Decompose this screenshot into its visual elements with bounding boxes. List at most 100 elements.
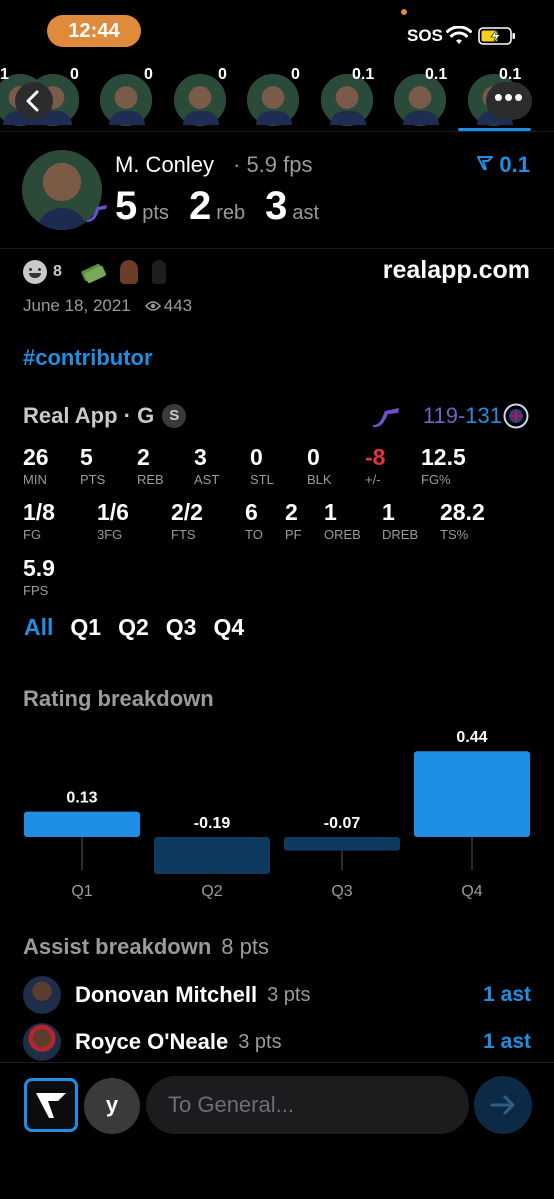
stat-label: TS% [440,527,469,542]
stat-cell: 1 DREB [382,499,418,542]
stat-cell: 28.2 TS% [440,499,485,542]
strip-player-rating: 0 [70,66,79,83]
stat-value: 3 [194,444,207,470]
stat-value: 2/2 [171,499,203,525]
hashtag-link[interactable]: #contributor [23,345,153,371]
stat-label: DREB [382,527,419,542]
stat-value: 2 [285,499,298,525]
assist-player-points: 3 pts [238,1030,282,1053]
assist-player-name: Donovan Mitchell [75,982,258,1007]
player-name[interactable]: M. Conley [115,152,214,178]
arrow-right-icon [490,1095,515,1115]
avatar [23,976,61,1014]
stat-cell: 2 PF [285,499,302,542]
tab-all[interactable]: All [24,614,53,641]
stat-cell: 0 BLK [307,444,332,487]
player-rating[interactable]: 0.1 [477,152,530,178]
stat-label: +/- [365,472,381,487]
stat-value: 1 [382,499,395,525]
stat-value: 12.5 [421,444,466,470]
stat-cell: 6 TO [245,499,263,542]
post-date: June 18, 2021 [23,296,131,315]
player-face-emoji-icon[interactable] [119,260,138,284]
real-app-logo-button[interactable] [24,1078,78,1132]
divider [0,131,554,132]
rating-bar-category: Q3 [331,883,352,900]
strip-player-rating: 0 [218,66,227,83]
money-emoji-icon[interactable] [80,261,106,283]
divider [0,248,554,249]
real-logo-icon [36,1093,66,1118]
assist-count: 1 ast [483,983,531,1006]
stat-points-label: pts [142,202,169,224]
battery-charging-icon [478,27,515,45]
tab-q2[interactable]: Q2 [118,614,149,641]
stat-label: PTS [80,472,106,487]
player-figure-emoji-icon[interactable] [151,260,166,284]
stat-value: -8 [365,444,386,470]
view-count: 443 [163,296,193,315]
stat-cell: 5 PTS [80,444,105,487]
source-domain[interactable]: realapp.com [383,256,530,285]
game-title-text: Real App · G [23,403,155,428]
stat-label: TO [245,527,263,542]
player-statline: 5 pts 2 reb 3 ast [115,184,339,228]
rating-bar-value: -0.07 [324,815,361,832]
jazz-logo-icon [373,408,399,428]
user-avatar-button[interactable]: y [84,1078,140,1134]
emoji-count: 8 [53,263,62,280]
assist-row[interactable]: Donovan Mitchell 3 pts 1 ast [23,975,531,1015]
stat-label: REB [137,472,164,487]
stat-cell: 3 AST [194,444,219,487]
stat-cell: 0 STL [250,444,274,487]
message-input[interactable] [146,1076,469,1134]
stat-label: FPS [23,583,49,598]
assist-row[interactable]: Royce O'Neale 3 pts 1 ast [23,1022,531,1062]
stat-value: 0 [307,444,320,470]
rating-bar-value: 0.44 [456,729,487,746]
stat-label: STL [250,472,274,487]
stat-cell: 2/2 FTS [171,499,203,542]
avatar [23,1023,61,1061]
stat-label: PF [285,527,302,542]
score-away: 131 [465,403,502,428]
stat-rebounds-label: reb [216,202,246,224]
game-title[interactable]: Real App · G S [23,403,187,429]
wifi-icon [446,26,472,44]
send-button[interactable] [474,1076,532,1134]
stat-value: 5.9 [23,555,55,581]
stat-cell: 1 OREB [324,499,361,542]
more-options-button[interactable]: ••• [486,82,532,120]
tab-q3[interactable]: Q3 [166,614,197,641]
rating-bar-value: 0.13 [66,790,97,807]
stat-cell: 5.9 FPS [23,555,55,598]
game-score[interactable]: 119 - 131 [423,403,502,429]
sos-label: SOS [407,26,443,45]
stat-cell: 2 REB [137,444,164,487]
player-rating-value: 0.1 [499,152,530,177]
stat-value: 1/8 [23,499,55,525]
jersey-shape [36,208,88,230]
stat-label: BLK [307,472,332,487]
clippers-logo-icon [503,403,529,429]
strip-player-rating: 0.1 [352,66,375,83]
score-home: 119 [422,403,458,428]
tab-q4[interactable]: Q4 [213,614,244,641]
strip-player-rating: 0.1 [425,66,448,83]
smile-emoji-icon[interactable] [23,260,47,284]
stat-cell: -8 +/- [365,444,385,487]
quarter-tabs: All Q1 Q2 Q3 Q4 [24,614,244,641]
stat-value: 5 [80,444,93,470]
stat-value: 6 [245,499,258,525]
stat-label: FTS [171,527,196,542]
stat-value: 26 [23,444,49,470]
stat-value: 1 [324,499,337,525]
stat-value: 0 [250,444,263,470]
tab-q1[interactable]: Q1 [70,614,101,641]
recording-indicator-icon [401,9,407,15]
assist-breakdown-title: Assist breakdown [23,934,212,959]
assist-breakdown-points: 8 pts [221,934,269,959]
divider [0,1062,554,1063]
stat-assists-value: 3 [265,184,288,228]
back-button[interactable] [15,82,53,120]
